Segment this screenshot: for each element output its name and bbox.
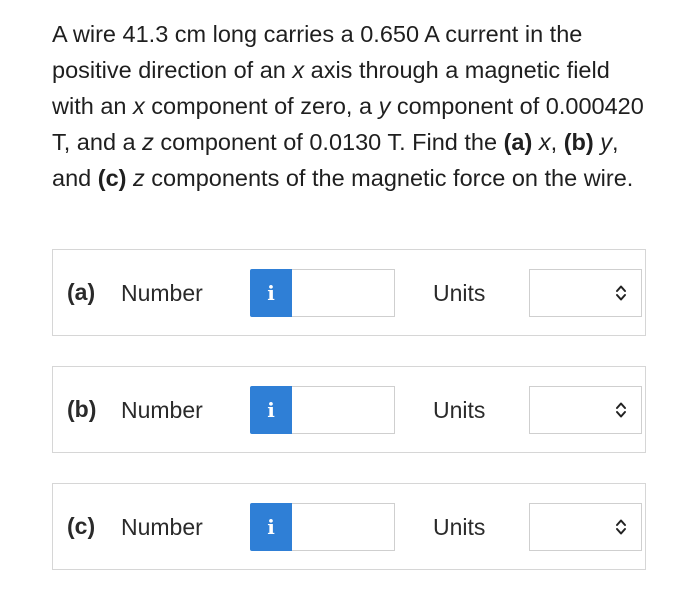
variable-y: y [378, 93, 391, 119]
units-label: Units [433, 397, 486, 423]
variable-x: x [133, 93, 145, 119]
units-label: Units [433, 514, 486, 540]
question-segment: , [550, 129, 564, 155]
units-label: Units [433, 280, 486, 306]
info-icon[interactable]: i [250, 503, 292, 551]
variable-z: z [126, 165, 145, 191]
variable-x: x [532, 129, 551, 155]
number-label: Number [121, 280, 203, 306]
part-label: (a) [67, 279, 96, 305]
variable-x: x [292, 57, 305, 83]
number-label: Number [121, 397, 203, 423]
variable-z: z [142, 129, 154, 155]
number-label: Number [121, 514, 203, 540]
info-icon[interactable]: i [250, 269, 292, 317]
chevron-up-down-icon [616, 519, 626, 535]
part-label: (c) [67, 513, 96, 539]
chevron-up-down-icon [616, 285, 626, 301]
units-select[interactable] [529, 386, 642, 434]
part-b-marker: (b) [563, 129, 594, 155]
part-c-marker: (c) [97, 165, 127, 191]
chevron-up-down-icon [616, 402, 626, 418]
question-segment: component of zero, a [144, 93, 379, 119]
number-input[interactable] [292, 503, 395, 551]
info-icon[interactable]: i [250, 386, 292, 434]
answer-row-a: (a) Number i Units [52, 249, 646, 336]
part-a-marker: (a) [503, 129, 533, 155]
number-input[interactable] [292, 386, 395, 434]
question-text: A wire 41.3 cm long carries a 0.650 A cu… [52, 16, 652, 196]
question-segment: components of the magnetic force on the … [144, 165, 634, 191]
number-input[interactable] [292, 269, 395, 317]
answer-row-b: (b) Number i Units [52, 366, 646, 453]
answer-row-c: (c) Number i Units [52, 483, 646, 570]
question-segment: component of 0.0130 T. Find the [153, 129, 504, 155]
units-select[interactable] [529, 269, 642, 317]
units-select[interactable] [529, 503, 642, 551]
part-label: (b) [67, 396, 97, 422]
variable-y: y [593, 129, 612, 155]
